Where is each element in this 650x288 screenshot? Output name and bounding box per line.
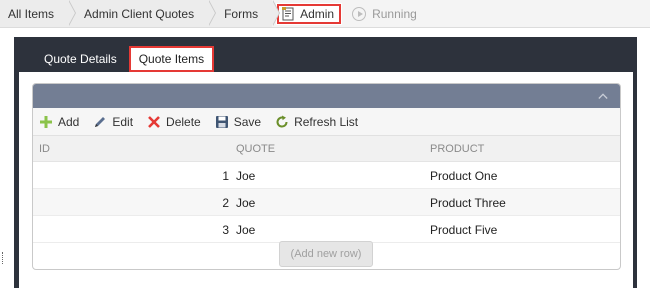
save-button[interactable]: Save	[215, 115, 261, 129]
cell-id: 3	[222, 223, 229, 237]
grid-header-bar	[33, 84, 620, 108]
tab-bar: Quote Details Quote Items	[34, 46, 215, 72]
running-status-label: Running	[372, 6, 417, 21]
delete-button[interactable]: Delete	[147, 115, 201, 129]
tab-panel: Add Edit Delete Save Refresh List ID QUO…	[19, 72, 633, 288]
collapse-chevron-up-icon[interactable]	[598, 91, 608, 101]
column-header-quote[interactable]: QUOTE	[236, 143, 275, 155]
quote-items-grid: Add Edit Delete Save Refresh List ID QUO…	[32, 83, 621, 270]
cell-product: Product Three	[430, 196, 506, 210]
add-new-row-button[interactable]: (Add new row)	[279, 241, 373, 267]
breadcrumb: All Items Admin Client Quotes Forms Admi…	[0, 0, 650, 28]
running-status: Running	[352, 6, 417, 21]
table-row[interactable]: 1 Joe Product One	[33, 162, 620, 189]
breadcrumb-all-items[interactable]: All Items	[0, 0, 77, 27]
table-row[interactable]: 2 Joe Product Three	[33, 189, 620, 216]
breadcrumb-admin-client-quotes[interactable]: Admin Client Quotes	[68, 0, 217, 27]
grid-column-headers: ID QUOTE PRODUCT	[33, 136, 620, 162]
save-button-label: Save	[233, 114, 262, 129]
tab-quote-items[interactable]: Quote Items	[128, 46, 215, 72]
cell-quote: Joe	[236, 223, 256, 237]
table-row[interactable]: 3 Joe Product Five	[33, 216, 620, 243]
refresh-list-button[interactable]: Refresh List	[275, 115, 358, 129]
breadcrumb-current-admin[interactable]: Admin	[276, 2, 343, 25]
cell-product: Product One	[430, 169, 498, 183]
delete-x-icon	[148, 115, 160, 128]
pencil-icon	[95, 116, 106, 127]
cell-quote: Joe	[236, 196, 256, 210]
save-floppy-icon	[215, 115, 228, 128]
resize-handle[interactable]	[2, 252, 5, 264]
breadcrumb-current-label: Admin	[300, 6, 335, 21]
refresh-list-button-label: Refresh List	[294, 114, 359, 129]
add-button-label: Add	[58, 114, 80, 129]
edit-button[interactable]: Edit	[93, 115, 133, 129]
edit-button-label: Edit	[112, 114, 134, 129]
cell-quote: Joe	[236, 169, 256, 183]
grid-toolbar: Add Edit Delete Save Refresh List	[33, 108, 620, 136]
tab-quote-details[interactable]: Quote Details	[34, 46, 127, 72]
cell-id: 1	[222, 169, 229, 183]
add-button[interactable]: Add	[39, 115, 79, 129]
play-icon	[352, 6, 367, 21]
form-container: Quote Details Quote Items Add Edit Delet…	[14, 37, 637, 288]
column-header-product[interactable]: PRODUCT	[430, 143, 484, 155]
form-document-icon	[282, 6, 294, 20]
delete-button-label: Delete	[166, 114, 201, 129]
cell-product: Product Five	[430, 223, 498, 237]
column-header-id[interactable]: ID	[39, 143, 50, 155]
cell-id: 2	[222, 196, 229, 210]
plus-icon	[40, 115, 52, 128]
refresh-icon	[276, 115, 288, 128]
breadcrumb-forms[interactable]: Forms	[208, 0, 281, 27]
